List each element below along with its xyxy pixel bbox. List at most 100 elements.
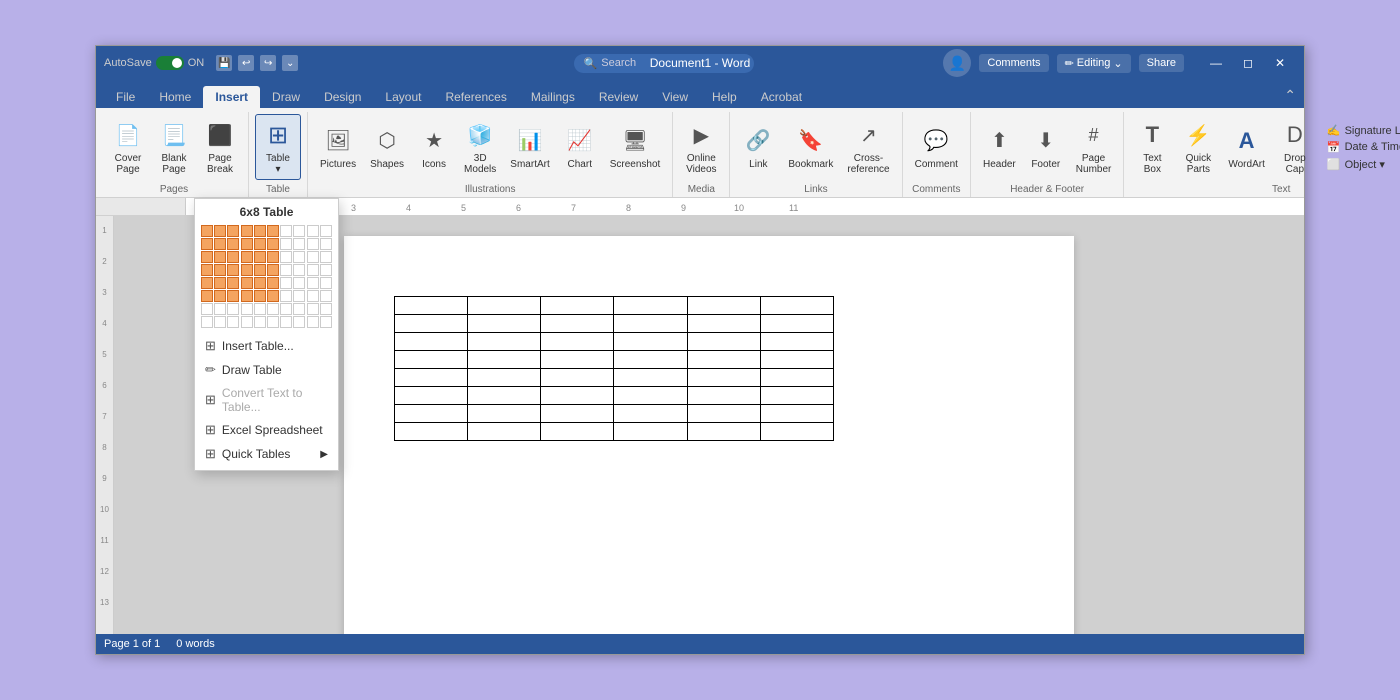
doc-table-cell[interactable] [541, 423, 614, 441]
link-button[interactable]: 🔗 Link [736, 121, 780, 174]
comments-button[interactable]: Comments [979, 54, 1048, 72]
doc-table-cell[interactable] [468, 405, 541, 423]
doc-table-cell[interactable] [760, 297, 833, 315]
doc-table-cell[interactable] [760, 369, 833, 387]
table-grid-cell[interactable] [201, 238, 213, 250]
icons-button[interactable]: ★ Icons [412, 121, 456, 174]
doc-table-cell[interactable] [687, 351, 760, 369]
wordart-button[interactable]: A WordArt [1222, 121, 1271, 174]
table-grid-cell[interactable] [227, 316, 239, 328]
doc-table-cell[interactable] [614, 387, 687, 405]
table-grid-cell[interactable] [254, 303, 266, 315]
table-grid-cell[interactable] [320, 264, 332, 276]
share-button[interactable]: Share [1139, 54, 1184, 72]
doc-table-cell[interactable] [395, 405, 468, 423]
table-grid-cell[interactable] [227, 264, 239, 276]
table-grid-cell[interactable] [307, 264, 319, 276]
table-grid-cell[interactable] [241, 264, 253, 276]
table-grid-cell[interactable] [227, 290, 239, 302]
undo-icon[interactable]: ↩ [238, 55, 254, 71]
redo-icon[interactable]: ↪ [260, 55, 276, 71]
tab-help[interactable]: Help [700, 86, 749, 108]
table-grid-cell[interactable] [254, 225, 266, 237]
table-grid-cell[interactable] [227, 251, 239, 263]
table-grid-cell[interactable] [201, 277, 213, 289]
doc-table-cell[interactable] [468, 423, 541, 441]
quick-parts-button[interactable]: ⚡ QuickParts [1176, 115, 1220, 179]
tab-insert[interactable]: Insert [203, 86, 260, 108]
tab-layout[interactable]: Layout [373, 86, 433, 108]
table-grid-cell[interactable] [267, 277, 279, 289]
object-button[interactable]: ⬜ Object ▾ [1323, 157, 1400, 172]
shapes-button[interactable]: ⬡ Shapes [364, 121, 410, 174]
table-grid-cell[interactable] [214, 251, 226, 263]
table-grid-cell[interactable] [227, 225, 239, 237]
table-grid-cell[interactable] [254, 316, 266, 328]
doc-table-cell[interactable] [468, 315, 541, 333]
date-time-button[interactable]: 📅 Date & Time [1323, 140, 1400, 155]
doc-table-cell[interactable] [541, 351, 614, 369]
tab-file[interactable]: File [104, 86, 147, 108]
doc-table-cell[interactable] [760, 387, 833, 405]
doc-table-cell[interactable] [760, 315, 833, 333]
table-grid-cell[interactable] [307, 303, 319, 315]
table-grid-cell[interactable] [201, 264, 213, 276]
table-grid-cell[interactable] [267, 264, 279, 276]
table-grid-cell[interactable] [293, 225, 305, 237]
doc-table-cell[interactable] [760, 423, 833, 441]
table-grid-cell[interactable] [307, 316, 319, 328]
table-grid-cell[interactable] [293, 290, 305, 302]
footer-button[interactable]: ⬇ Footer [1024, 121, 1068, 174]
doc-table-cell[interactable] [468, 333, 541, 351]
table-grid-cell[interactable] [201, 225, 213, 237]
tab-review[interactable]: Review [587, 86, 650, 108]
editing-button[interactable]: ✏ Editing ⌄ [1057, 54, 1131, 73]
table-grid-cell[interactable] [241, 277, 253, 289]
table-grid-cell[interactable] [280, 277, 292, 289]
table-grid-cell[interactable] [280, 290, 292, 302]
table-grid-cell[interactable] [214, 303, 226, 315]
page-number-button[interactable]: # PageNumber [1070, 115, 1118, 179]
table-grid-cell[interactable] [280, 238, 292, 250]
header-button[interactable]: ⬆ Header [977, 121, 1022, 174]
minimize-button[interactable]: — [1200, 46, 1232, 80]
table-button[interactable]: ⊞ Table▾ [255, 114, 301, 180]
doc-table-cell[interactable] [760, 405, 833, 423]
doc-table-cell[interactable] [614, 315, 687, 333]
cross-reference-button[interactable]: ↗ Cross-reference [841, 115, 895, 179]
tab-acrobat[interactable]: Acrobat [749, 86, 814, 108]
doc-table-cell[interactable] [468, 387, 541, 405]
avatar[interactable]: 👤 [943, 49, 971, 77]
doc-table-cell[interactable] [468, 351, 541, 369]
table-grid-cell[interactable] [280, 225, 292, 237]
table-grid-cell[interactable] [307, 290, 319, 302]
table-grid-cell[interactable] [214, 277, 226, 289]
table-grid-cell[interactable] [214, 225, 226, 237]
draw-table-menu-item[interactable]: ✏ Draw Table [195, 358, 338, 382]
insert-table-menu-item[interactable]: ⊞ Insert Table... [195, 334, 338, 358]
table-grid-cell[interactable] [280, 264, 292, 276]
blank-page-button[interactable]: 📃 BlankPage [152, 115, 196, 179]
table-grid-cell[interactable] [254, 251, 266, 263]
table-grid-cell[interactable] [241, 225, 253, 237]
doc-table-cell[interactable] [687, 297, 760, 315]
tab-mailings[interactable]: Mailings [519, 86, 587, 108]
autosave-toggle[interactable] [156, 56, 184, 70]
doc-table-cell[interactable] [541, 387, 614, 405]
signature-line-button[interactable]: ✍ Signature Line ▾ [1323, 123, 1400, 138]
table-grid-cell[interactable] [320, 238, 332, 250]
table-grid-cell[interactable] [320, 290, 332, 302]
table-grid-cell[interactable] [293, 251, 305, 263]
doc-table-cell[interactable] [687, 423, 760, 441]
table-grid-cell[interactable] [227, 238, 239, 250]
doc-table-cell[interactable] [541, 369, 614, 387]
chart-button[interactable]: 📈 Chart [558, 121, 602, 174]
table-grid-cell[interactable] [307, 277, 319, 289]
page-break-button[interactable]: ⬛ PageBreak [198, 115, 242, 179]
table-grid-cell[interactable] [201, 290, 213, 302]
save-icon[interactable]: 💾 [216, 55, 232, 71]
doc-table-cell[interactable] [614, 333, 687, 351]
tab-draw[interactable]: Draw [260, 86, 312, 108]
table-grid-cell[interactable] [254, 277, 266, 289]
doc-table-cell[interactable] [541, 297, 614, 315]
